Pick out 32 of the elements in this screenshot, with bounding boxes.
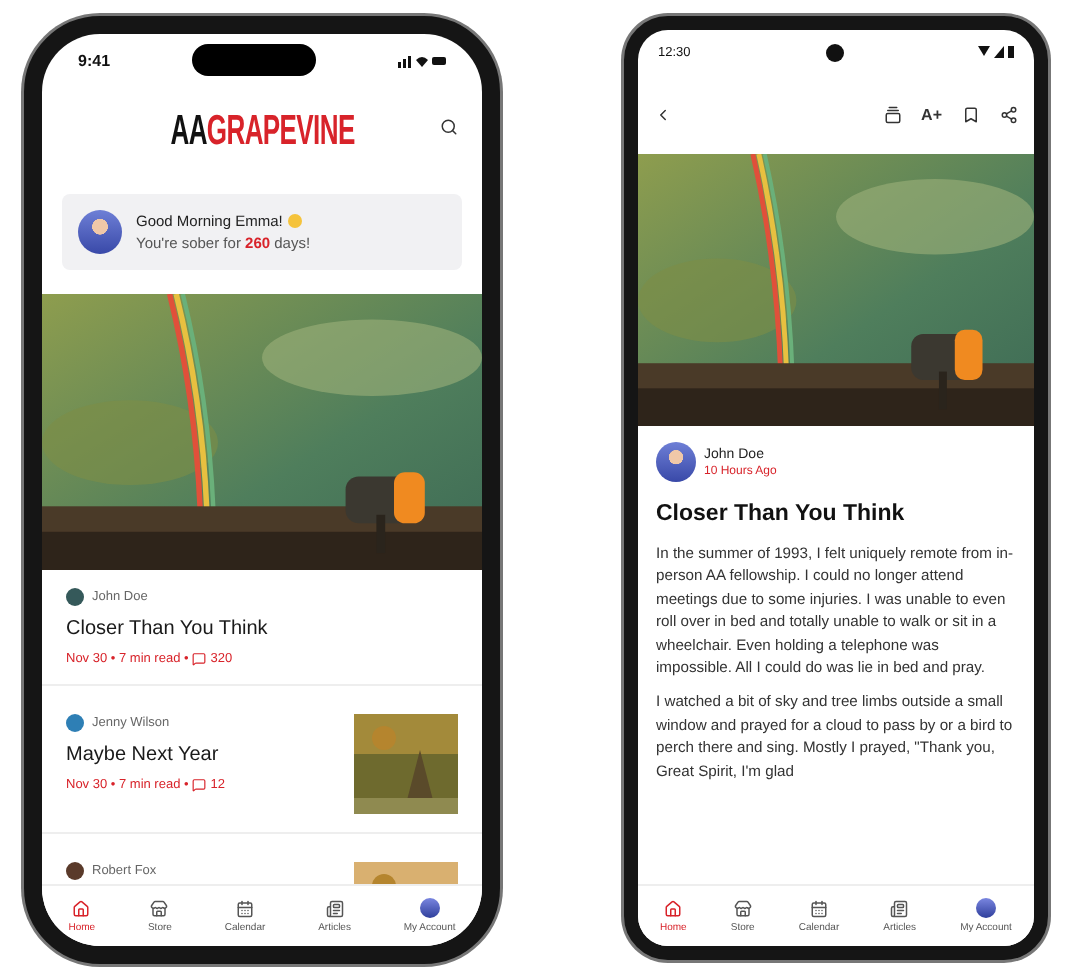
store-icon — [150, 899, 169, 917]
calendar-icon — [235, 899, 254, 917]
avatar-icon — [78, 210, 122, 254]
article-title: Closer Than You Think — [656, 502, 907, 526]
home-icon — [72, 899, 91, 917]
home-icon — [664, 899, 683, 917]
camera-dot — [825, 43, 844, 61]
camera-notch — [192, 44, 316, 76]
comment-icon — [192, 652, 207, 666]
status-icons — [978, 46, 1014, 58]
calendar-icon — [809, 899, 828, 917]
avatar-icon — [66, 588, 84, 606]
gallery-button[interactable] — [883, 105, 902, 123]
article-title: Closer Than You Think — [66, 618, 270, 640]
avatar-icon — [656, 442, 696, 482]
avatar-icon — [66, 862, 84, 880]
status-icons — [397, 53, 446, 67]
comment-icon — [192, 778, 207, 792]
font-size-button[interactable]: A+ — [921, 105, 942, 123]
search-button[interactable] — [440, 118, 458, 136]
newspaper-icon — [890, 899, 909, 917]
share-button[interactable] — [1000, 105, 1018, 123]
avatar-icon — [419, 898, 440, 918]
avatar-icon — [66, 714, 84, 732]
logo: AAGRAPEVINE — [169, 108, 355, 156]
status-time: 9:41 — [78, 51, 111, 69]
article-title: Maybe Next Year — [66, 744, 221, 766]
bookmark-button[interactable] — [962, 105, 980, 123]
back-button[interactable] — [654, 105, 672, 123]
store-icon — [733, 899, 752, 917]
newspaper-icon — [325, 899, 344, 917]
avatar-icon — [975, 898, 996, 918]
